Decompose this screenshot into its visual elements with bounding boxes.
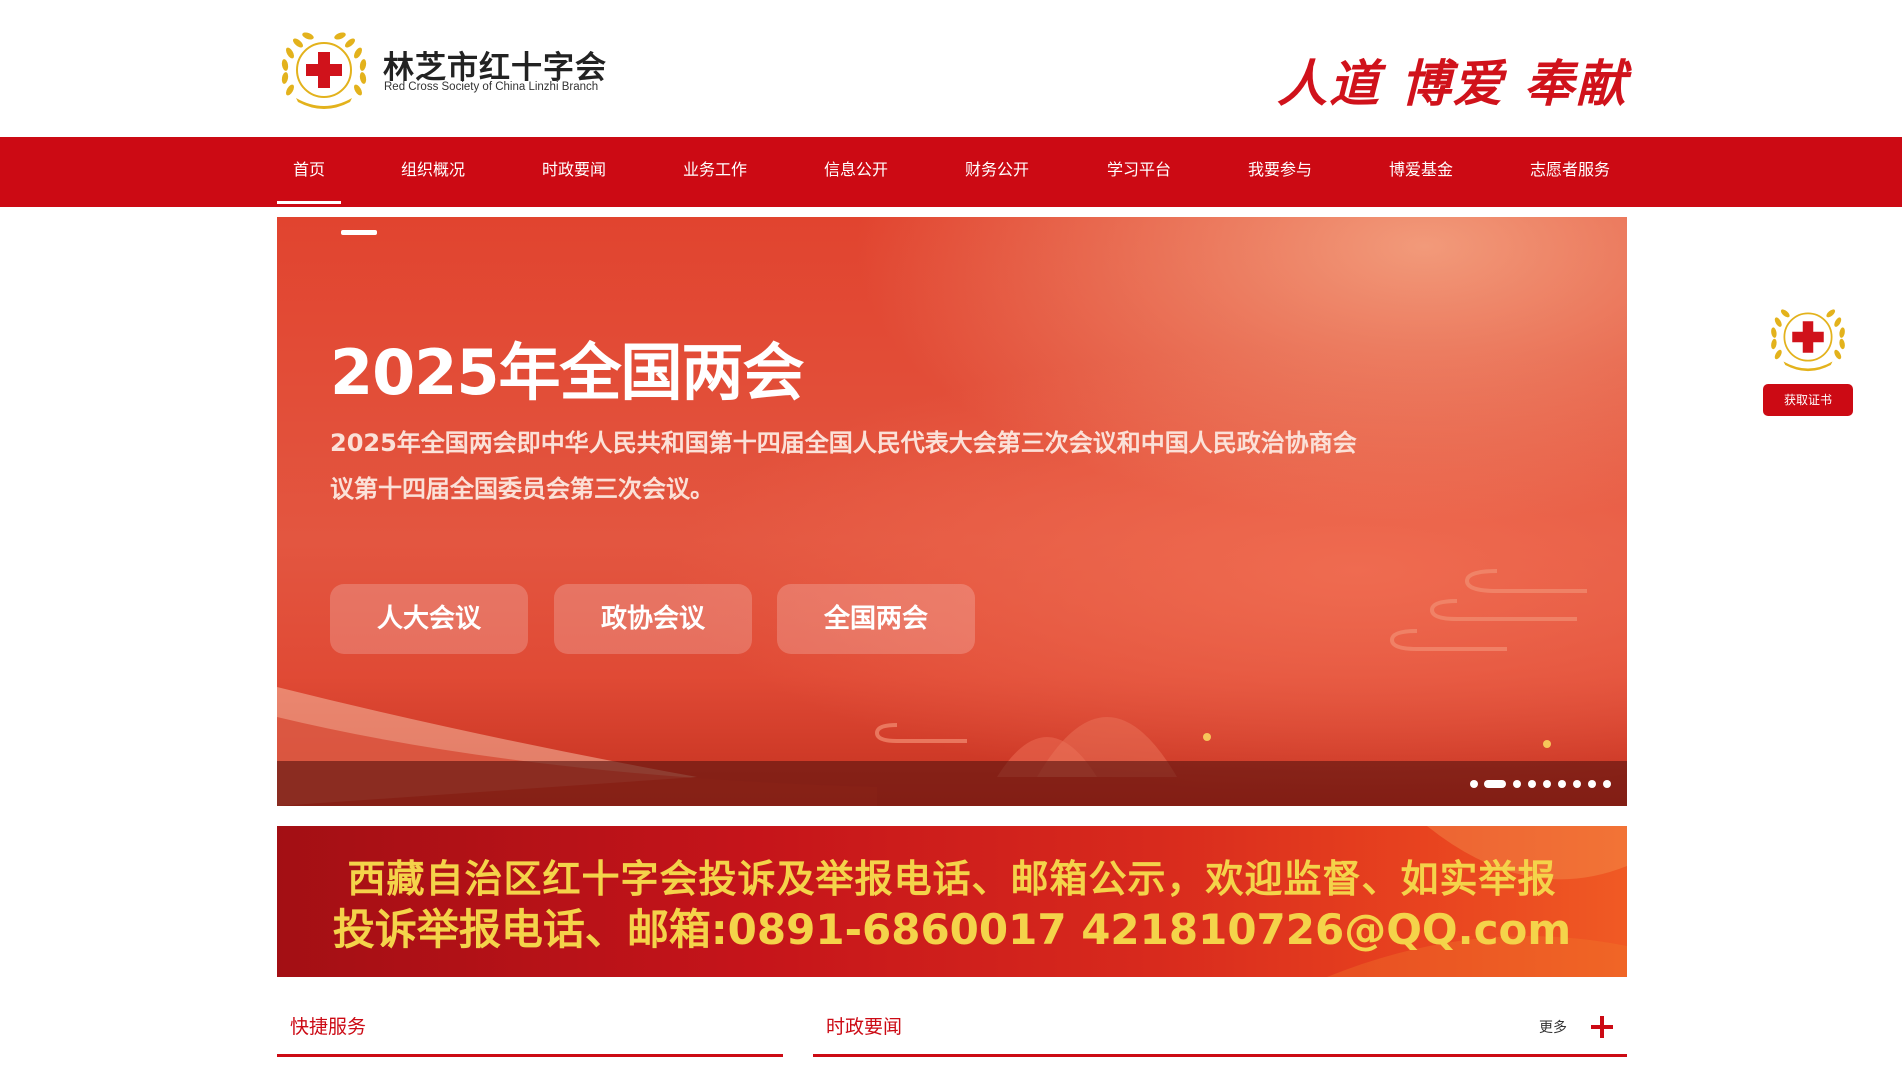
carousel-dot-active[interactable]: [1484, 780, 1506, 788]
get-certificate-button[interactable]: 获取证书: [1763, 384, 1853, 416]
nav-item-home[interactable]: 首页: [277, 137, 341, 204]
carousel-dot[interactable]: [1588, 780, 1596, 788]
carousel-dot[interactable]: [1603, 780, 1611, 788]
banner-button-npc[interactable]: 人大会议: [330, 584, 528, 654]
news-title: 时政要闻: [826, 1016, 903, 1038]
slogan: 人道 博爱 奉献: [1277, 54, 1628, 113]
banner-carousel[interactable]: 2025年全国两会 2025年全国两会即中华人民共和国第十四届全国人民代表大会第…: [277, 217, 1627, 806]
banner-description: 2025年全国两会即中华人民共和国第十四届全国人民代表大会第三次会议和中国人民政…: [330, 429, 1357, 503]
red-cross-emblem-icon: [281, 32, 367, 109]
quick-service-section-header: 快捷服务: [277, 1010, 783, 1057]
nav-item-organization[interactable]: 组织概况: [393, 137, 473, 201]
nav-item-finance[interactable]: 财务公开: [957, 137, 1037, 201]
carousel-dot[interactable]: [1470, 780, 1478, 788]
banner-button-cppcc[interactable]: 政协会议: [554, 584, 752, 654]
complaint-hotline-banner[interactable]: 西藏自治区红十字会投诉及举报电话、邮箱公示，欢迎监督、如实举报 投诉举报电话、邮…: [277, 826, 1627, 977]
banner-button-two-sessions[interactable]: 全国两会: [777, 584, 975, 654]
notice-line-2: 投诉举报电话、邮箱:0891-6860017 421810726@QQ.com: [332, 905, 1572, 954]
nav-item-participate[interactable]: 我要参与: [1240, 137, 1320, 201]
banner-progress-bar: [341, 230, 377, 235]
site-logo[interactable]: 林芝市红十字会 Red Cross Society of China Linzh…: [276, 28, 636, 112]
banner-title: 2025年全国两会: [330, 336, 805, 409]
nav-item-fund[interactable]: 博爱基金: [1381, 137, 1461, 201]
notice-line-1: 西藏自治区红十字会投诉及举报电话、邮箱公示，欢迎监督、如实举报: [347, 857, 1557, 901]
nav-item-volunteer[interactable]: 志愿者服务: [1522, 137, 1618, 201]
quick-service-title: 快捷服务: [290, 1016, 367, 1038]
news-more-link[interactable]: 更多: [1539, 1017, 1567, 1037]
nav-item-business[interactable]: 业务工作: [675, 137, 755, 201]
carousel-dot[interactable]: [1558, 780, 1566, 788]
carousel-dot[interactable]: [1573, 780, 1581, 788]
certificate-widget: 获取证书: [1763, 297, 1853, 417]
carousel-dot[interactable]: [1513, 780, 1521, 788]
red-cross-emblem-icon[interactable]: [1766, 297, 1850, 377]
nav-item-politics-news[interactable]: 时政要闻: [534, 137, 614, 201]
nav-item-learning[interactable]: 学习平台: [1099, 137, 1179, 201]
main-nav: 首页 组织概况 时政要闻 业务工作 信息公开 财务公开 学习平台 我要参与 博爱…: [0, 137, 1902, 207]
carousel-dot[interactable]: [1543, 780, 1551, 788]
news-section-header: 时政要闻 更多: [813, 1010, 1627, 1057]
site-header: 林芝市红十字会 Red Cross Society of China Linzh…: [0, 0, 1902, 137]
carousel-dot[interactable]: [1528, 780, 1536, 788]
logo-subtitle: Red Cross Society of China Linzhi Branch: [384, 81, 599, 93]
nav-item-info-disclosure[interactable]: 信息公开: [816, 137, 896, 201]
banner-pagination-bar: [277, 761, 1627, 806]
plus-icon[interactable]: [1591, 1016, 1613, 1038]
